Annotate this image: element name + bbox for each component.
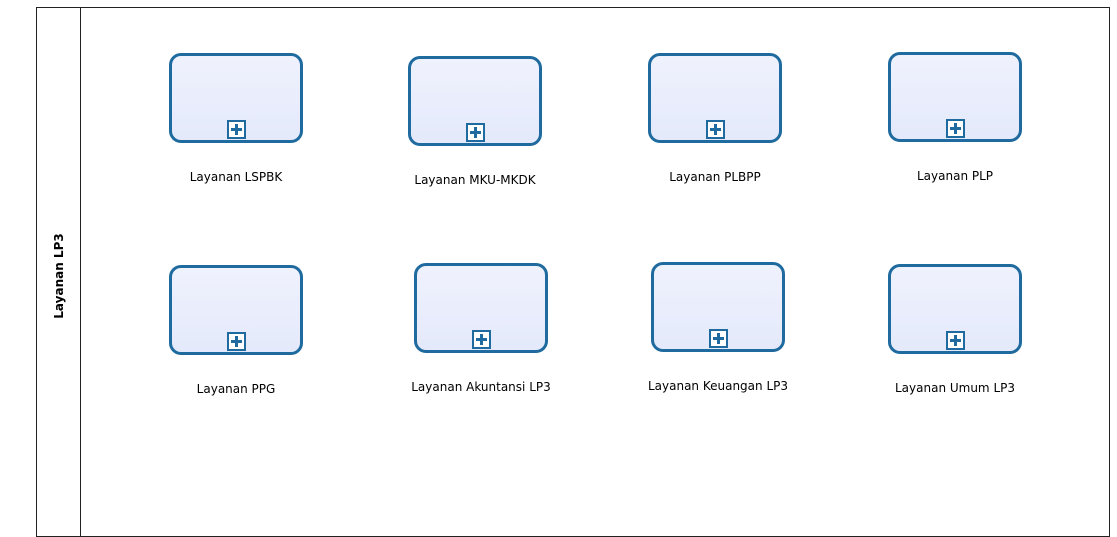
- subprocess-akuntansi-lp3[interactable]: [414, 263, 548, 353]
- lane-header[interactable]: Layanan LP3: [37, 8, 81, 536]
- subprocess-mku-mkdk[interactable]: [408, 56, 542, 146]
- subprocess-umum-lp3[interactable]: [888, 264, 1022, 354]
- subprocess-label: Layanan PLP: [916, 169, 994, 183]
- subprocess-plbpp[interactable]: [648, 53, 782, 143]
- plus-icon: [227, 120, 246, 139]
- plus-icon: [227, 332, 246, 351]
- plus-icon: [709, 329, 728, 348]
- subprocess-label: Layanan LSPBK: [189, 170, 283, 184]
- subprocess-keuangan-lp3[interactable]: [651, 262, 785, 352]
- subprocess-plp[interactable]: [888, 52, 1022, 142]
- plus-icon: [466, 123, 485, 142]
- subprocess-label: Layanan PLBPP: [669, 170, 761, 184]
- subprocess-ppg[interactable]: [169, 265, 303, 355]
- lane-title: Layanan LP3: [52, 233, 66, 319]
- plus-icon: [946, 119, 965, 138]
- subprocess-lspbk[interactable]: [169, 53, 303, 143]
- subprocess-label: Layanan MKU-MKDK: [414, 173, 536, 187]
- subprocess-label: Layanan Akuntansi LP3: [411, 380, 551, 394]
- plus-icon: [706, 120, 725, 139]
- subprocess-label: Layanan PPG: [196, 382, 276, 396]
- plus-icon: [946, 331, 965, 350]
- subprocess-label: Layanan Umum LP3: [894, 381, 1015, 395]
- subprocess-label: Layanan Keuangan LP3: [647, 379, 789, 393]
- plus-icon: [472, 330, 491, 349]
